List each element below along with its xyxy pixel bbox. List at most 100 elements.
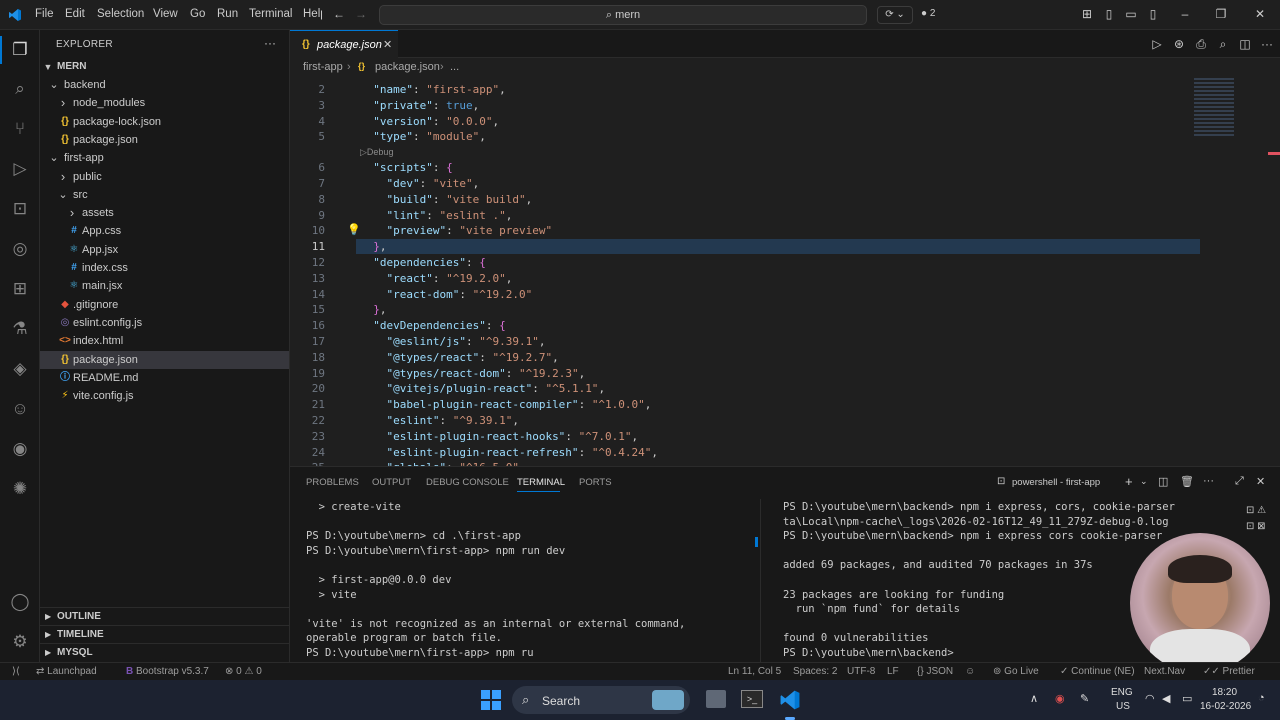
language-mode[interactable]: {} JSON <box>917 666 953 677</box>
tree-item[interactable]: › assets <box>40 204 289 222</box>
tree-item[interactable]: › node_modules <box>40 94 289 112</box>
tree-item[interactable]: <> index.html <box>40 332 289 350</box>
print-icon[interactable]: ⎙ <box>1194 37 1208 51</box>
clock-time[interactable]: 18:20 <box>1212 687 1237 698</box>
tree-item[interactable]: {} package.json <box>40 350 289 369</box>
show-hidden-icons[interactable]: ∧ <box>1030 692 1038 705</box>
menu-view[interactable]: View <box>153 8 178 20</box>
task-view-icon[interactable] <box>706 690 726 708</box>
terminal-app-icon[interactable]: >_ <box>741 690 763 708</box>
tree-item[interactable]: # index.css <box>40 259 289 277</box>
indentation[interactable]: Spaces: 2 <box>793 666 837 677</box>
code-line[interactable]: "lint": "eslint .", <box>360 209 513 222</box>
tree-item[interactable]: ⚡ vite.config.js <box>40 387 289 405</box>
tree-item[interactable]: ⚛ main.jsx <box>40 277 289 295</box>
menu-selection[interactable]: Selection <box>97 8 144 20</box>
code-line[interactable]: "private": true, <box>360 99 479 112</box>
code-line[interactable]: }, <box>360 303 386 316</box>
breadcrumb-folder[interactable]: first-app <box>303 61 343 73</box>
back-arrow-icon[interactable]: ← <box>332 7 346 21</box>
vscode-app-icon[interactable] <box>779 686 801 720</box>
tree-item[interactable]: ◎ eslint.config.js <box>40 314 289 332</box>
new-terminal-icon[interactable]: + <box>1125 474 1133 489</box>
copilot-status-icon[interactable]: ☺ <box>965 666 975 677</box>
lightbulb-icon[interactable]: 💡 <box>347 223 361 236</box>
split-editor-icon[interactable]: ◫ <box>1238 37 1252 51</box>
close-panel-icon[interactable]: ✕ <box>1256 475 1265 488</box>
windows-start-icon[interactable] <box>481 690 501 710</box>
code-line[interactable]: "type": "module", <box>360 130 486 143</box>
menu-help[interactable]: Help <box>303 8 322 20</box>
explorer-icon[interactable]: ❐ <box>8 38 32 62</box>
encoding[interactable]: UTF-8 <box>847 666 875 677</box>
code-line[interactable]: "babel-plugin-react-compiler": "^1.0.0", <box>360 398 652 411</box>
terminal-left[interactable]: > create-vite PS D:\youtube\mern> cd .\fi… <box>290 501 758 661</box>
code-line[interactable]: "@eslint/js": "^9.39.1", <box>360 335 546 348</box>
workspace-root[interactable]: ▼ MERN <box>40 58 289 76</box>
tab-package-json[interactable]: {} package.json ✕ <box>290 30 398 58</box>
tree-item[interactable]: ⌄ src <box>40 186 289 204</box>
more-actions-icon[interactable]: ··· <box>1203 475 1214 487</box>
terminal-list[interactable]: ⊡ ⚠ ⊡ ⊠ <box>1246 503 1266 535</box>
mysql-section[interactable]: ▶ MYSQL <box>40 643 289 661</box>
launchpad-item[interactable]: ⇄ Launchpad <box>36 666 97 677</box>
code-line[interactable]: "dev": "vite", <box>360 177 480 190</box>
continue-item[interactable]: ✓ Continue (NE) <box>1060 666 1135 677</box>
codelens-debug[interactable]: ▷Debug <box>360 147 393 158</box>
menu-edit[interactable]: Edit <box>65 8 85 20</box>
volume-icon[interactable]: ◀ <box>1162 692 1170 705</box>
language-indicator[interactable]: ENG <box>1111 687 1133 698</box>
code-line[interactable]: "@types/react-dom": "^19.2.3", <box>360 367 586 380</box>
close-tab-icon[interactable]: ✕ <box>383 38 392 51</box>
tree-item[interactable]: ⚛ App.jsx <box>40 241 289 259</box>
settings-gear-icon[interactable]: ⚙ <box>8 630 32 654</box>
database-icon[interactable]: ◎ <box>8 237 32 261</box>
prettier-item[interactable]: ✓✓ Prettier <box>1203 666 1255 677</box>
tab-terminal[interactable]: TERMINAL <box>517 477 565 488</box>
notification-count[interactable]: ● 2 <box>921 8 935 19</box>
code-line[interactable]: "@vitejs/plugin-react": "^5.1.1", <box>360 382 606 395</box>
code-line[interactable]: "react-dom": "^19.2.0" <box>360 288 533 301</box>
battery-icon[interactable]: ▭ <box>1182 692 1192 705</box>
breadcrumb-file[interactable]: package.json <box>375 61 440 73</box>
copilot-icon[interactable]: ☺ <box>8 397 32 421</box>
code-line[interactable]: "eslint-plugin-react-refresh": "^0.4.24"… <box>360 446 659 459</box>
account-icon[interactable]: ◯ <box>8 590 32 614</box>
taskbar-search[interactable]: ⌕ Search <box>512 686 690 714</box>
code-line[interactable]: "version": "0.0.0", <box>360 115 499 128</box>
trash-icon[interactable]: 🗑 <box>1180 475 1194 488</box>
maximize-panel-icon[interactable]: ⤢ <box>1235 475 1244 488</box>
more-actions-icon[interactable]: ··· <box>264 36 276 50</box>
tree-item[interactable]: ◆ .gitignore <box>40 296 289 314</box>
toggle-sidebar-icon[interactable]: ▯ <box>1102 7 1116 21</box>
openai-icon[interactable]: ✺ <box>8 477 32 501</box>
more-editor-actions-icon[interactable]: ··· <box>1260 37 1274 51</box>
toggle-panel-icon[interactable]: ▭ <box>1124 7 1138 21</box>
notification-bell-icon[interactable]: ◔ <box>1258 692 1265 704</box>
command-center-search[interactable]: ⌕ mern <box>379 5 867 25</box>
wifi-icon[interactable]: ◠ <box>1145 692 1155 705</box>
tab-debug-console[interactable]: DEBUG CONSOLE <box>426 477 509 488</box>
code-line[interactable]: "build": "vite build", <box>360 193 533 206</box>
code-line[interactable]: "@types/react": "^19.2.7", <box>360 351 559 364</box>
tab-problems[interactable]: PROBLEMS <box>306 477 359 488</box>
menu-go[interactable]: Go <box>190 8 205 20</box>
remote-icon[interactable]: ⟩⟨ <box>12 666 20 677</box>
source-control-icon[interactable]: ⑂ <box>8 117 32 141</box>
tab-ports[interactable]: PORTS <box>579 477 612 488</box>
tree-item[interactable]: # App.css <box>40 222 289 240</box>
code-editor[interactable]: ▷Debug 💡 2 "name": "first-app", 3 "privat… <box>290 78 1280 466</box>
go-live-item[interactable]: ⊚ Go Live <box>993 666 1039 677</box>
code-line[interactable]: "devDependencies": { <box>360 319 505 332</box>
restore-icon[interactable]: ❐ <box>1214 7 1228 21</box>
tray-app-icon[interactable]: ◉ <box>1055 692 1065 705</box>
copilot-edit-icon[interactable]: ⊛ <box>1172 37 1186 51</box>
forward-arrow-icon[interactable]: → <box>354 7 368 21</box>
code-line[interactable]: "dependencies": { <box>360 256 486 269</box>
terminal-right[interactable]: PS D:\youtube\mern\backend> npm i expres… <box>763 501 1183 661</box>
code-line[interactable]: "eslint": "^9.39.1", <box>360 414 519 427</box>
docker-icon[interactable]: ◈ <box>8 357 32 381</box>
tree-item[interactable]: ⌄ backend <box>40 76 289 94</box>
clock-date[interactable]: 16-02-2026 <box>1200 701 1251 712</box>
menu-terminal[interactable]: Terminal <box>249 8 292 20</box>
